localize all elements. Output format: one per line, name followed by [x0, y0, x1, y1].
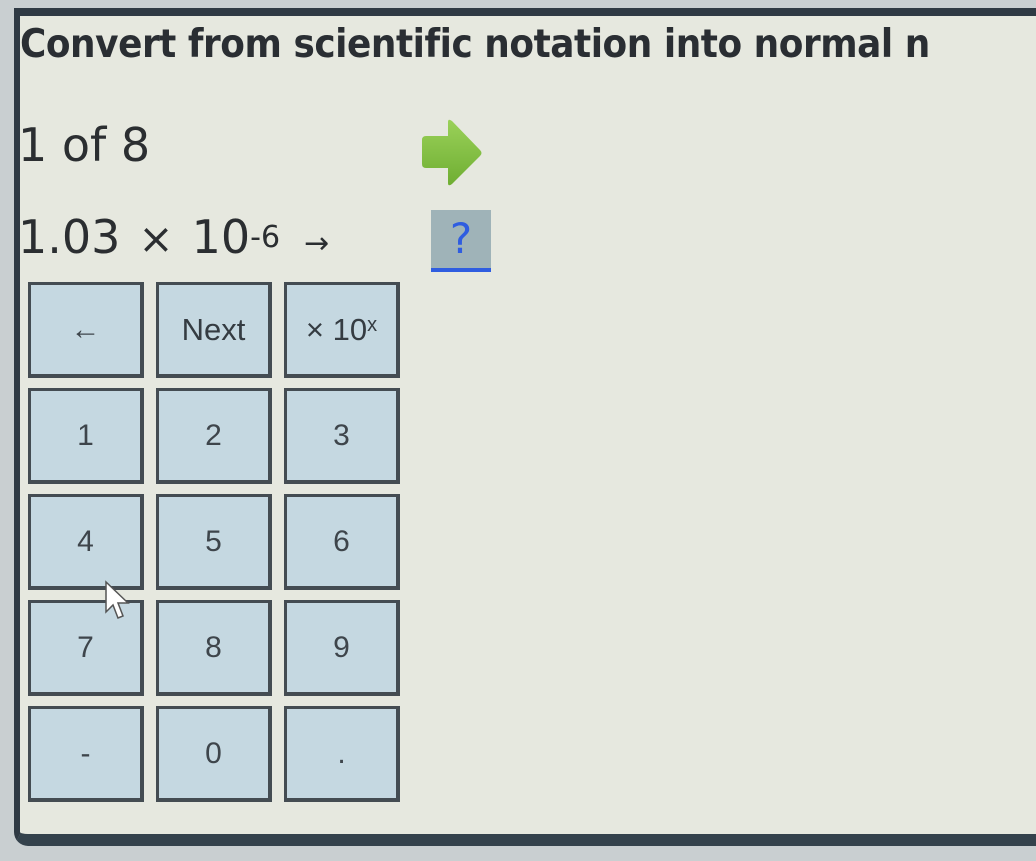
- key-label: 0: [205, 736, 222, 770]
- key-decimal[interactable]: .: [284, 706, 400, 802]
- key-0[interactable]: 0: [156, 706, 272, 802]
- key-2[interactable]: 2: [156, 388, 272, 484]
- key-label: 2: [205, 418, 222, 452]
- keypad: ← Next × 10 x 1 2 3 4 5 6 7 8 9 - 0 .: [28, 282, 400, 802]
- question-counter: 1 of 8: [18, 118, 151, 172]
- key-3[interactable]: 3: [284, 388, 400, 484]
- backspace-icon: ←: [70, 312, 101, 346]
- power-label: x: [367, 314, 378, 336]
- green-arrow-icon: [422, 119, 482, 186]
- key-label: 8: [205, 630, 222, 664]
- exponent: -6: [250, 220, 281, 255]
- key-label: 6: [333, 524, 350, 558]
- right-arrow-icon: →: [304, 226, 330, 261]
- instruction-title: Convert from scientific notation into no…: [20, 22, 930, 67]
- next-key[interactable]: Next: [156, 282, 272, 378]
- problem-expression: 1.03 × 10 -6 →: [18, 210, 343, 264]
- key-label: 7: [77, 630, 94, 664]
- key-minus[interactable]: -: [28, 706, 144, 802]
- key-9[interactable]: 9: [284, 600, 400, 696]
- key-4[interactable]: 4: [28, 494, 144, 590]
- key-label: -: [80, 736, 91, 770]
- next-question-button[interactable]: [418, 118, 484, 188]
- mouse-pointer-icon: [105, 580, 130, 619]
- key-label: 5: [205, 524, 222, 558]
- backspace-key[interactable]: ←: [28, 282, 144, 378]
- times-symbol: ×: [138, 214, 174, 263]
- next-key-label: Next: [181, 311, 246, 347]
- key-label: .: [337, 736, 346, 770]
- key-label: 3: [333, 418, 350, 452]
- answer-input[interactable]: ?: [431, 210, 491, 272]
- coefficient: 1.03: [18, 210, 121, 264]
- times-ten-power-key[interactable]: × 10 x: [284, 282, 400, 378]
- base: 10: [191, 210, 251, 264]
- times-ten-label: × 10: [305, 311, 368, 347]
- key-label: 1: [77, 418, 94, 452]
- key-label: 9: [333, 630, 350, 664]
- key-5[interactable]: 5: [156, 494, 272, 590]
- key-8[interactable]: 8: [156, 600, 272, 696]
- key-6[interactable]: 6: [284, 494, 400, 590]
- key-label: 4: [77, 524, 94, 558]
- key-1[interactable]: 1: [28, 388, 144, 484]
